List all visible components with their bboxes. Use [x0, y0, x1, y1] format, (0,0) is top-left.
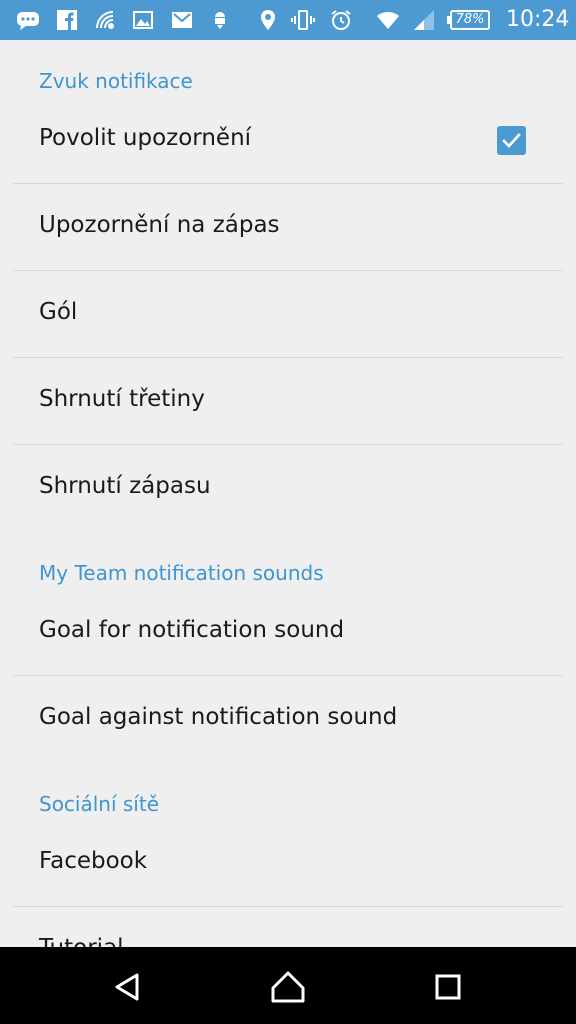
- setting-enable-notifications[interactable]: Povolit upozornění: [0, 97, 576, 183]
- section-header-notification-sound: Zvuk notifikace: [39, 69, 193, 93]
- facebook-icon: [55, 8, 79, 32]
- setting-goal-for-sound-label: Goal for notification sound: [39, 617, 345, 643]
- section-header-social: Sociální sítě: [39, 792, 160, 816]
- settings-list: Zvuk notifikace Povolit upozornění Upozo…: [0, 40, 576, 947]
- status-bar: 78% 10:24: [0, 0, 576, 40]
- wifi-icon: [373, 8, 403, 32]
- setting-facebook[interactable]: Facebook: [0, 820, 576, 906]
- wifi-calling-icon: [93, 8, 117, 32]
- gmail-icon: [170, 8, 194, 32]
- location-icon: [256, 8, 280, 32]
- home-icon[interactable]: [268, 967, 308, 1007]
- setting-enable-notifications-label: Povolit upozornění: [39, 125, 252, 151]
- setting-tutorial-label: Tutorial: [39, 935, 124, 947]
- android-download-icon: [208, 8, 232, 32]
- setting-match-summary[interactable]: Shrnutí zápasu: [0, 445, 576, 531]
- setting-period-summary-label: Shrnutí třetiny: [39, 386, 205, 412]
- setting-match-summary-label: Shrnutí zápasu: [39, 473, 211, 499]
- status-clock: 10:24: [506, 7, 570, 32]
- setting-goal-for-sound[interactable]: Goal for notification sound: [0, 589, 576, 675]
- setting-match-alert[interactable]: Upozornění na zápas: [0, 184, 576, 270]
- image-icon: [131, 8, 155, 32]
- setting-goal-label: Gól: [39, 299, 78, 325]
- alarm-icon: [329, 8, 353, 32]
- setting-tutorial[interactable]: Tutorial: [0, 907, 576, 947]
- battery-level: 78%: [447, 10, 490, 30]
- setting-match-alert-label: Upozornění na zápas: [39, 212, 280, 238]
- chat-bubble-icon: [16, 8, 40, 32]
- section-header-my-team: My Team notification sounds: [39, 561, 324, 585]
- back-icon[interactable]: [108, 967, 148, 1007]
- setting-goal-against-sound[interactable]: Goal against notification sound: [0, 676, 576, 762]
- setting-period-summary[interactable]: Shrnutí třetiny: [0, 358, 576, 444]
- vibrate-icon: [291, 8, 315, 32]
- cell-signal-icon: [412, 8, 436, 32]
- enable-notifications-checkbox[interactable]: [497, 126, 526, 155]
- setting-goal-against-sound-label: Goal against notification sound: [39, 704, 398, 730]
- setting-goal[interactable]: Gól: [0, 271, 576, 357]
- setting-facebook-label: Facebook: [39, 848, 148, 874]
- navigation-bar: [0, 947, 576, 1024]
- recents-icon[interactable]: [428, 967, 468, 1007]
